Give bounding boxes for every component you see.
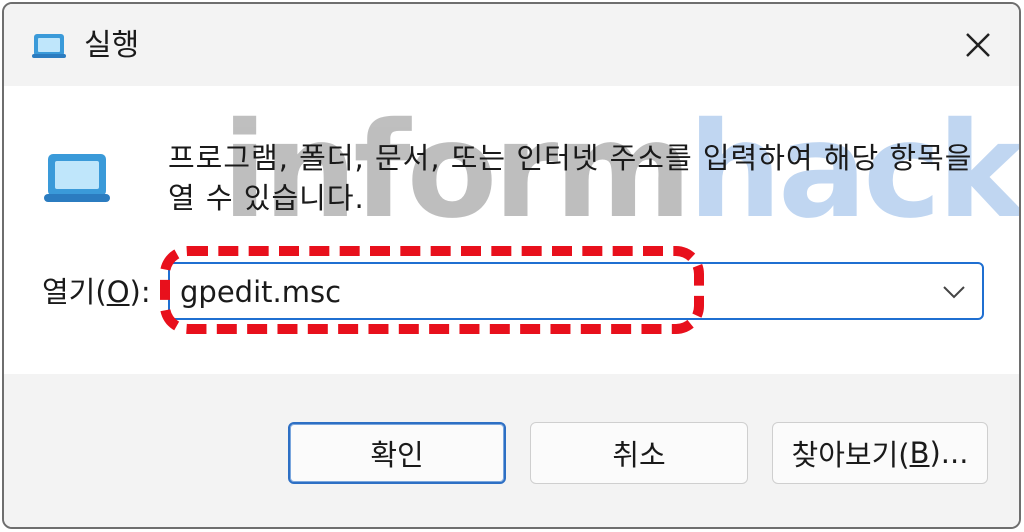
open-combobox[interactable] [168,262,984,320]
chevron-down-icon [943,286,965,299]
browse-button[interactable]: 찾아보기(B)... [772,422,988,484]
dropdown-button[interactable] [934,272,974,312]
close-button[interactable] [953,20,1003,70]
open-label: 열기(O): [42,275,151,309]
run-dialog: 실행 informhack 프로그램, 폴더, 문서, 또는 인터넷 주소를 입… [2,2,1021,529]
window-title: 실행 [84,28,140,63]
button-bar: 확인 취소 찾아보기(B)... [4,374,1019,527]
cancel-button[interactable]: 취소 [530,422,748,484]
close-icon [966,33,990,57]
dialog-content: informhack 프로그램, 폴더, 문서, 또는 인터넷 주소를 입력하여… [4,86,1019,374]
open-input[interactable] [180,270,920,314]
run-dialog-icon [40,150,112,206]
dialog-description: 프로그램, 폴더, 문서, 또는 인터넷 주소를 입력하여 해당 항목을 열 수… [168,141,973,215]
ok-button[interactable]: 확인 [288,422,506,484]
title-bar: 실행 [4,4,1019,86]
run-dialog-icon [30,32,68,60]
